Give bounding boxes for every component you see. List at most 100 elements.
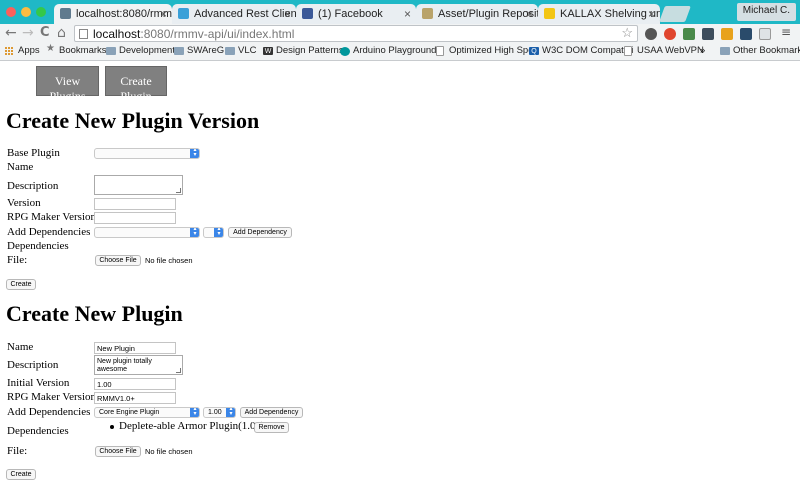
description-textarea[interactable]: New plugin totally awesome	[94, 355, 183, 375]
file-status-text: No file chosen	[145, 256, 193, 265]
extension-icon[interactable]	[759, 28, 771, 40]
tab-close-icon[interactable]: ×	[648, 7, 655, 21]
choose-file-button[interactable]: Choose File	[95, 446, 141, 457]
rpg-maker-version-input[interactable]	[94, 212, 176, 224]
bookmark-w3c[interactable]: Q W3C DOM Compatibi	[529, 45, 633, 56]
resize-grip-icon[interactable]	[176, 368, 181, 373]
bookmark-star-icon[interactable]: ☆	[621, 25, 633, 41]
tab-close-icon[interactable]: ×	[284, 7, 291, 21]
select-arrows-icon: ▴ ▾	[190, 228, 199, 237]
wikipedia-icon: W	[263, 47, 273, 55]
create-version-button[interactable]: Create	[6, 279, 36, 290]
initial-version-input[interactable]: 1.00	[94, 378, 176, 390]
version-input[interactable]	[94, 198, 176, 210]
bookmark-apps[interactable]: Apps	[5, 45, 40, 56]
base-plugin-select[interactable]: ▴ ▾	[94, 148, 200, 159]
rpg-maker-version-input[interactable]: RMMV1.0+	[94, 392, 176, 404]
remove-dependency-button[interactable]: Remove	[254, 422, 289, 433]
reload-icon[interactable]: C	[40, 25, 50, 40]
add-dependencies-label: Add Dependencies	[7, 406, 91, 418]
extension-icon[interactable]	[645, 28, 657, 40]
browser-tab[interactable]: Asset/Plugin Repository? - ×	[416, 4, 538, 24]
version-label: Version	[7, 197, 41, 209]
description-label: Description	[7, 180, 59, 192]
select-arrows-icon: ▴ ▾	[190, 149, 199, 158]
choose-file-button[interactable]: Choose File	[95, 255, 141, 266]
extension-icon[interactable]	[683, 28, 695, 40]
profile-button[interactable]: Michael C.	[736, 3, 796, 21]
minimize-window-button[interactable]	[21, 7, 31, 17]
folder-icon	[106, 47, 116, 55]
adblock-icon[interactable]	[664, 28, 676, 40]
dependency-version-select[interactable]: ▴ ▾	[203, 227, 224, 238]
dependencies-label: Dependencies	[7, 425, 69, 437]
bookmark-optimized[interactable]: Optimized High Spee	[436, 45, 539, 56]
more-bookmarks-chevron-icon[interactable]: »	[700, 45, 705, 56]
url-path: :8080/rmmv-api/ui/index.html	[140, 27, 295, 41]
dependency-item: Deplete-able Armor Plugin(1.00)	[119, 420, 265, 432]
rpg-maker-version-label: RPG Maker Version:	[7, 391, 100, 403]
select-arrows-icon: ▴ ▾	[214, 228, 223, 237]
browser-tab[interactable]: KALLAX Shelving unit - hig ×	[538, 4, 660, 24]
tab-title: (1) Facebook	[318, 8, 383, 20]
page-info-icon	[79, 29, 88, 39]
browser-chrome: localhost:8080/rmmv-api/ × Advanced Rest…	[0, 0, 800, 61]
star-icon: ★	[46, 43, 55, 54]
page-icon	[60, 8, 71, 19]
dependency-plugin-select[interactable]: Core Engine Plugin ▴ ▾	[94, 407, 200, 418]
bookmark-arduino[interactable]: Arduino Playground	[340, 45, 436, 56]
bookmark-swareg[interactable]: SWAreG	[174, 45, 224, 56]
bookmark-development[interactable]: Development	[106, 45, 175, 56]
browser-toolbar: ← → C ⌂ localhost:8080/rmmv-api/ui/index…	[0, 24, 800, 45]
bookmark-other[interactable]: Other Bookmarks	[720, 45, 800, 56]
base-plugin-label: Name	[7, 161, 34, 173]
resize-grip-icon[interactable]	[176, 188, 181, 193]
document-icon	[624, 46, 632, 56]
forward-arrow-icon[interactable]: →	[22, 25, 34, 41]
folder-icon	[225, 47, 235, 55]
bookmark-design-patterns[interactable]: W Design Patterns	[263, 45, 344, 56]
view-plugins-button[interactable]: View Plugins	[36, 66, 99, 103]
description-label: Description	[7, 359, 59, 371]
back-arrow-icon[interactable]: ←	[5, 25, 17, 41]
dependency-plugin-select[interactable]: ▴ ▾	[94, 227, 200, 238]
keep-icon[interactable]	[721, 28, 733, 40]
tab-title: KALLAX Shelving unit - hig	[560, 8, 660, 20]
file-status-text: No file chosen	[145, 447, 193, 456]
bookmark-bookmarks[interactable]: ★ Bookmarks	[46, 43, 107, 56]
home-icon[interactable]: ⌂	[57, 25, 66, 41]
bookmark-vlc[interactable]: VLC	[225, 45, 256, 56]
new-tab-button[interactable]	[659, 6, 691, 22]
facebook-icon	[302, 8, 313, 19]
browser-tab[interactable]: Advanced Rest Client Appl ×	[172, 4, 296, 24]
address-bar[interactable]: localhost:8080/rmmv-api/ui/index.html ☆	[74, 25, 638, 42]
browser-tab[interactable]: localhost:8080/rmmv-api/ ×	[54, 4, 172, 24]
extension-icon[interactable]	[702, 28, 714, 40]
tab-close-icon[interactable]: ×	[526, 7, 533, 21]
tab-close-icon[interactable]: ×	[404, 7, 411, 21]
select-arrows-icon: ▴ ▾	[190, 408, 199, 417]
add-dependencies-label: Add Dependencies	[7, 226, 91, 238]
name-input[interactable]: New Plugin	[94, 342, 176, 354]
dependency-version-select[interactable]: 1.00 ▴ ▾	[203, 407, 236, 418]
add-dependency-button[interactable]: Add Dependency	[228, 227, 292, 238]
menu-icon[interactable]: ≡	[781, 25, 791, 39]
add-dependency-button[interactable]: Add Dependency	[240, 407, 303, 418]
create-plugin-button[interactable]: Create Plugin	[105, 66, 167, 103]
maximize-window-button[interactable]	[36, 7, 46, 17]
description-textarea[interactable]	[94, 175, 183, 195]
browser-tab[interactable]: (1) Facebook ×	[296, 4, 416, 24]
initial-version-label: Initial Version	[7, 377, 70, 389]
bookmark-usaa[interactable]: USAA WebVPN	[624, 45, 704, 56]
extension-icon[interactable]	[740, 28, 752, 40]
folder-icon	[720, 47, 730, 55]
name-label: Name	[7, 341, 34, 353]
dependencies-label: Dependencies	[7, 240, 69, 252]
tab-close-icon[interactable]: ×	[160, 7, 167, 21]
plugin-form-heading: Create New Plugin	[6, 301, 183, 326]
ikea-icon	[544, 8, 555, 19]
document-icon	[436, 46, 444, 56]
tab-title: Advanced Rest Client Appl	[194, 8, 296, 20]
close-window-button[interactable]	[6, 7, 16, 17]
create-plugin-submit-button[interactable]: Create	[6, 469, 36, 480]
